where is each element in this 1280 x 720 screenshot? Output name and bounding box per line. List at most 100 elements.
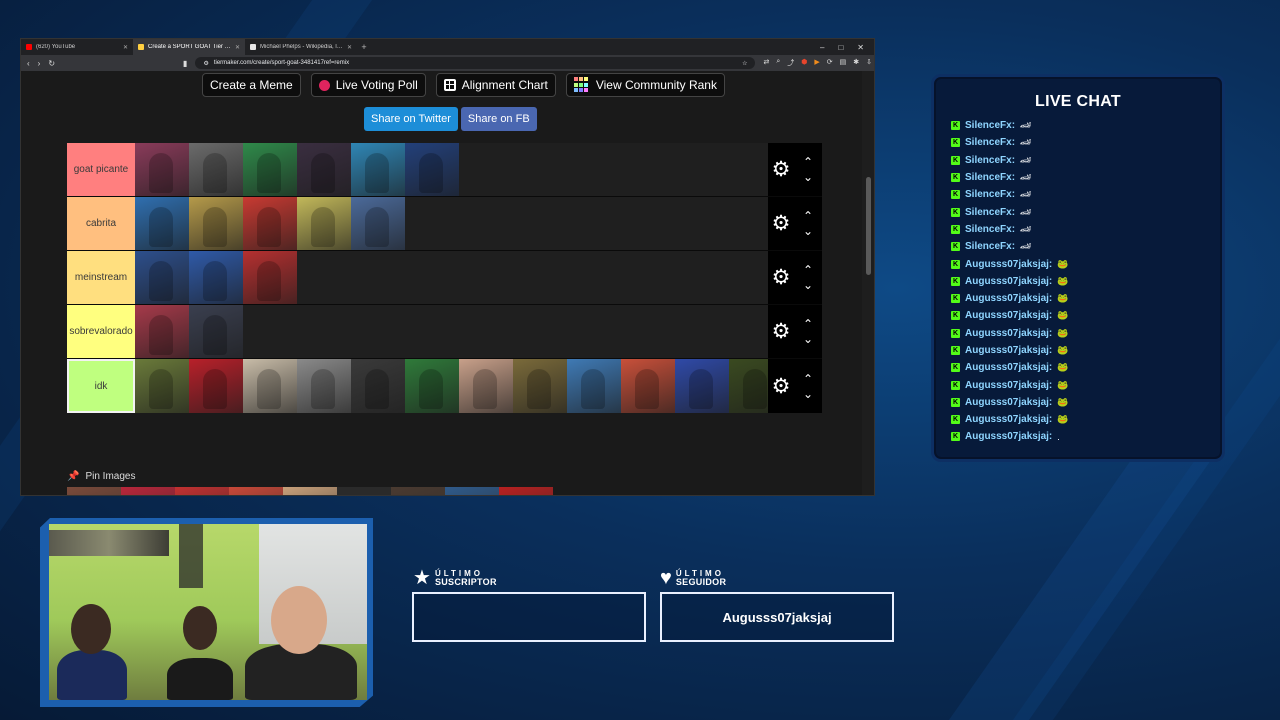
tier-label[interactable]: idk: [67, 359, 135, 413]
pinned-athlete-image[interactable]: [391, 487, 445, 495]
site-info-icon[interactable]: ⚙: [203, 60, 208, 67]
athlete-image[interactable]: [243, 251, 297, 304]
scrollbar-thumb[interactable]: [866, 177, 871, 275]
tier-label[interactable]: cabrita: [67, 197, 135, 250]
person-left-head: [71, 604, 111, 654]
chat-username: Augusss07jaksjaj:: [965, 275, 1053, 287]
latest-follower-name: Augusss07jaksjaj: [722, 609, 832, 625]
share-twitter-button[interactable]: Share on Twitter: [364, 107, 458, 131]
minimize-icon[interactable]: –: [820, 43, 824, 52]
close-window-icon[interactable]: ✕: [857, 43, 864, 52]
download-icon[interactable]: ⇩: [866, 58, 872, 68]
sync-icon[interactable]: ⟳: [827, 58, 833, 68]
pinned-athlete-image[interactable]: [445, 487, 499, 495]
athlete-image[interactable]: [135, 251, 189, 304]
chevron-down-icon[interactable]: ⌄: [803, 225, 813, 237]
share-icon[interactable]: ⤴: [787, 58, 794, 68]
athlete-image[interactable]: [189, 251, 243, 304]
athlete-image[interactable]: [189, 305, 243, 358]
tab-tiermaker[interactable]: Create a SPORT GOAT Tier List ✕: [133, 39, 245, 55]
athlete-image[interactable]: [189, 359, 243, 413]
athlete-image[interactable]: [297, 359, 351, 413]
sidebar-icon[interactable]: ▤: [840, 58, 847, 68]
create-meme-button[interactable]: Create a Meme: [202, 73, 301, 97]
forward-icon[interactable]: ›: [38, 59, 41, 68]
chevron-down-icon[interactable]: ⌄: [803, 333, 813, 345]
close-tab-icon[interactable]: ✕: [347, 44, 352, 51]
chevron-up-icon[interactable]: ⌃: [803, 318, 813, 330]
athlete-image[interactable]: [135, 197, 189, 250]
address-bar[interactable]: ⚙ tiermaker.com/create/sport-goat-348141…: [195, 57, 756, 69]
gear-icon[interactable]: ⚙: [768, 213, 794, 234]
chat-message: K Augusss07jaksjaj: 🐸: [951, 359, 1212, 376]
athlete-image[interactable]: [135, 305, 189, 358]
pinned-athlete-image[interactable]: [67, 487, 121, 495]
athlete-image[interactable]: [135, 359, 189, 413]
alignment-chart-button[interactable]: Alignment Chart: [435, 73, 556, 97]
chevron-up-icon[interactable]: ⌃: [803, 264, 813, 276]
pinned-athlete-image[interactable]: [283, 487, 337, 495]
bookmark-flag-icon[interactable]: ▮: [183, 59, 187, 68]
adblock-icon[interactable]: ⬢: [801, 58, 807, 68]
athlete-image[interactable]: [351, 197, 405, 250]
tab-youtube[interactable]: (620) YouTube ✕: [21, 39, 133, 55]
chevron-down-icon[interactable]: ⌄: [803, 279, 813, 291]
athlete-image[interactable]: [189, 197, 243, 250]
athlete-image[interactable]: [675, 359, 729, 413]
athlete-image[interactable]: [189, 143, 243, 196]
gear-icon[interactable]: ⚙: [768, 267, 794, 288]
athlete-image[interactable]: [351, 359, 405, 413]
athlete-image[interactable]: [405, 359, 459, 413]
zoom-icon[interactable]: ⌕: [776, 58, 780, 68]
tab-wikipedia[interactable]: Michael Phelps - Wikipedia, la encicl… ✕: [245, 39, 357, 55]
kick-badge-icon: K: [951, 224, 960, 234]
athlete-image[interactable]: [243, 143, 297, 196]
chat-message: K Augusss07jaksjaj: 🐸: [951, 325, 1212, 342]
athlete-image[interactable]: [513, 359, 567, 413]
close-tab-icon[interactable]: ✕: [123, 44, 128, 51]
chevron-up-icon[interactable]: ⌃: [803, 156, 813, 168]
athlete-image[interactable]: [567, 359, 621, 413]
play-extension-icon[interactable]: ▶: [814, 58, 819, 68]
athlete-image[interactable]: [135, 143, 189, 196]
kick-badge-icon: K: [951, 207, 960, 217]
athlete-image[interactable]: [297, 197, 351, 250]
back-icon[interactable]: ‹: [27, 59, 30, 68]
tier-label[interactable]: meinstream: [67, 251, 135, 304]
pinned-athlete-image[interactable]: [175, 487, 229, 495]
chevron-down-icon[interactable]: ⌄: [803, 388, 813, 400]
close-tab-icon[interactable]: ✕: [235, 44, 240, 51]
athlete-image[interactable]: [297, 143, 351, 196]
gear-icon[interactable]: ⚙: [768, 159, 794, 180]
gear-icon[interactable]: ⚙: [768, 321, 794, 342]
athlete-image[interactable]: [243, 197, 297, 250]
athlete-image[interactable]: [621, 359, 675, 413]
tier-label[interactable]: goat picante: [67, 143, 135, 196]
pinned-athlete-image[interactable]: [229, 487, 283, 495]
chevron-down-icon[interactable]: ⌄: [803, 171, 813, 183]
pinned-athlete-image[interactable]: [337, 487, 391, 495]
pinned-athlete-image[interactable]: [499, 487, 553, 495]
athlete-image[interactable]: [459, 359, 513, 413]
page-scrollbar[interactable]: [862, 71, 874, 495]
translate-icon[interactable]: ⇄: [763, 58, 769, 68]
athlete-image[interactable]: [405, 143, 459, 196]
athlete-image[interactable]: [243, 359, 297, 413]
bookmark-star-icon[interactable]: ☆: [742, 60, 747, 67]
puzzle-icon[interactable]: ✱: [853, 58, 859, 68]
chevron-up-icon[interactable]: ⌃: [803, 373, 813, 385]
new-tab-icon[interactable]: +: [357, 42, 371, 52]
athlete-image[interactable]: [729, 359, 768, 413]
live-voting-poll-button[interactable]: Live Voting Poll: [310, 73, 426, 97]
chat-message: K SilenceFx: 🏎: [951, 134, 1212, 151]
reload-icon[interactable]: ↻: [48, 59, 55, 68]
tier-label[interactable]: sobrevalorado: [67, 305, 135, 358]
chat-message: K Augusss07jaksjaj: 🐸: [951, 273, 1212, 290]
view-community-rank-button[interactable]: View Community Rank: [565, 73, 725, 97]
maximize-icon[interactable]: □: [838, 43, 843, 52]
share-fb-button[interactable]: Share on FB: [460, 107, 537, 131]
pinned-athlete-image[interactable]: [121, 487, 175, 495]
gear-icon[interactable]: ⚙: [768, 376, 794, 397]
athlete-image[interactable]: [351, 143, 405, 196]
chevron-up-icon[interactable]: ⌃: [803, 210, 813, 222]
